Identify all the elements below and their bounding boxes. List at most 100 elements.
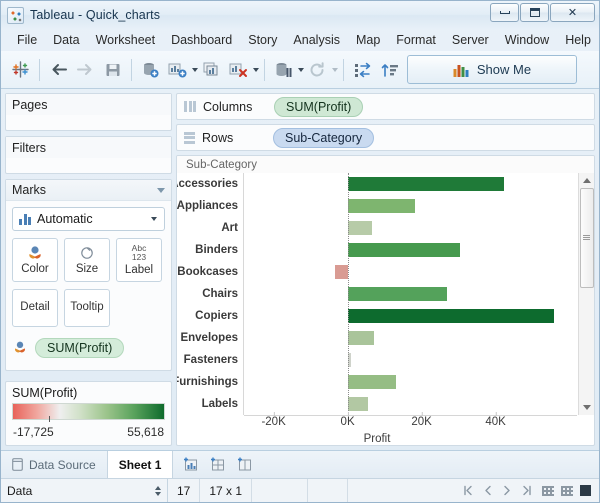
menu-item-help[interactable]: Help [557, 31, 599, 49]
tooltip-button[interactable]: Tooltip [64, 289, 110, 327]
close-icon: ✕ [567, 7, 578, 19]
filmstrip-view-icon[interactable] [561, 485, 573, 496]
filters-card-header: Filters [6, 137, 171, 158]
single-view-icon[interactable] [580, 485, 591, 496]
mark-type-dropdown[interactable]: Automatic [12, 207, 165, 231]
new-dashboard-tab-icon[interactable] [210, 457, 227, 472]
clear-sheet-dropdown-caret-icon[interactable] [253, 67, 259, 72]
bar-mark[interactable] [347, 374, 397, 390]
menu-item-server[interactable]: Server [444, 31, 497, 49]
clear-sheet-button[interactable] [225, 57, 252, 83]
detail-button[interactable]: Detail [12, 289, 58, 327]
chevron-down-icon[interactable] [157, 187, 165, 193]
row-label[interactable]: Fasteners [177, 349, 243, 371]
bar-mark[interactable] [347, 176, 504, 192]
last-page-icon[interactable] [521, 485, 533, 496]
row-label[interactable]: Copiers [177, 305, 243, 327]
scroll-up-button[interactable] [579, 173, 595, 188]
menu-item-story[interactable]: Story [240, 31, 285, 49]
arrow-left-icon [52, 64, 67, 75]
scrollbar-thumb[interactable] [579, 188, 594, 288]
new-story-tab-icon[interactable] [237, 457, 254, 472]
data-selector[interactable]: Data [1, 479, 168, 502]
bar-mark[interactable] [347, 308, 555, 324]
tableau-home-button[interactable] [7, 57, 34, 83]
vertical-scrollbar[interactable] [578, 173, 594, 415]
maximize-button[interactable] [520, 3, 549, 22]
rows-shelf-label: Rows [202, 130, 234, 145]
menu-item-format[interactable]: Format [388, 31, 444, 49]
bar-mark[interactable] [347, 396, 369, 412]
label-button[interactable]: Abc 123 Label [116, 238, 162, 282]
marks-card-header[interactable]: Marks [6, 180, 171, 201]
tab-sheet-1[interactable]: Sheet 1 [107, 451, 174, 478]
duplicate-sheet-button[interactable] [198, 57, 225, 83]
show-me-button[interactable]: Show Me [407, 55, 577, 84]
swap-rows-columns-button[interactable] [349, 57, 376, 83]
menu-item-worksheet[interactable]: Worksheet [88, 31, 164, 49]
connect-data-button[interactable] [137, 57, 164, 83]
scrollbar-track[interactable] [579, 188, 595, 400]
new-worksheet-tab-icon[interactable] [183, 457, 200, 472]
bar-mark[interactable] [347, 286, 447, 302]
columns-pill-sum-profit[interactable]: SUM(Profit) [274, 96, 364, 117]
database-add-icon [144, 62, 159, 77]
minimize-button[interactable] [490, 3, 519, 22]
forward-button[interactable] [72, 57, 99, 83]
color-button[interactable]: Color [12, 238, 58, 282]
row-label[interactable]: Accessories [177, 173, 243, 195]
row-label[interactable]: Binders [177, 239, 243, 261]
menu-item-window[interactable]: Window [497, 31, 557, 49]
rows-pill-sub-category[interactable]: Sub-Category [273, 127, 375, 148]
bar-mark[interactable] [347, 198, 416, 214]
menu-item-analysis[interactable]: Analysis [285, 31, 348, 49]
tab-data-source[interactable]: Data Source [1, 451, 108, 478]
pages-card[interactable]: Pages [5, 93, 172, 131]
row-label[interactable]: Labels [177, 393, 243, 415]
row-label[interactable]: Appliances [177, 195, 243, 217]
menu-item-data[interactable]: Data [45, 31, 87, 49]
menu-item-map[interactable]: Map [348, 31, 388, 49]
bar-mark[interactable] [347, 242, 461, 258]
menu-item-dashboard[interactable]: Dashboard [163, 31, 240, 49]
save-button[interactable] [99, 57, 126, 83]
sheet-tab-bar: Data Source Sheet 1 [1, 450, 599, 478]
row-label[interactable]: Bookcases [177, 261, 243, 283]
first-page-icon[interactable] [462, 485, 474, 496]
legend-gradient-ramp[interactable] [12, 403, 165, 420]
marks-color-pill-row: SUM(Profit) [12, 338, 165, 364]
marks-color-pill[interactable]: SUM(Profit) [35, 338, 125, 358]
previous-page-icon[interactable] [483, 485, 493, 496]
color-button-label: Color [21, 262, 49, 275]
bar-mark[interactable] [347, 220, 373, 236]
stepper-icon[interactable] [155, 485, 161, 496]
window-controls: ✕ [489, 3, 595, 22]
marks-card: Marks Automatic Color Size Abc 123 Label… [5, 179, 172, 371]
bar-mark[interactable] [335, 264, 348, 280]
row-label[interactable]: Chairs [177, 283, 243, 305]
next-page-icon[interactable] [502, 485, 512, 496]
bar-row [244, 327, 578, 349]
sort-ascending-button[interactable] [376, 57, 403, 83]
grid-view-icon[interactable] [542, 485, 554, 496]
close-button[interactable]: ✕ [550, 3, 595, 22]
back-button[interactable] [45, 57, 72, 83]
legend-values: -17,725 55,618 [6, 425, 171, 445]
row-label[interactable]: Envelopes [177, 327, 243, 349]
rows-shelf[interactable]: Rows Sub-Category [176, 124, 595, 151]
plot-area [244, 173, 578, 415]
size-button[interactable]: Size [64, 238, 110, 282]
filters-card[interactable]: Filters [5, 136, 172, 174]
bar-mark[interactable] [347, 330, 374, 346]
data-selector-label: Data [7, 483, 33, 498]
row-label[interactable]: Art [177, 217, 243, 239]
scroll-down-button[interactable] [579, 400, 595, 415]
refresh-caret-icon[interactable] [332, 67, 338, 72]
refresh-button[interactable] [304, 57, 331, 83]
new-worksheet-button[interactable] [164, 57, 191, 83]
menu-item-file[interactable]: File [9, 31, 45, 49]
pause-updates-button[interactable] [270, 57, 297, 83]
columns-shelf[interactable]: Columns SUM(Profit) [176, 93, 595, 120]
row-label[interactable]: Furnishings [177, 371, 243, 393]
view-dimensions: 17 x 1 [200, 479, 253, 502]
